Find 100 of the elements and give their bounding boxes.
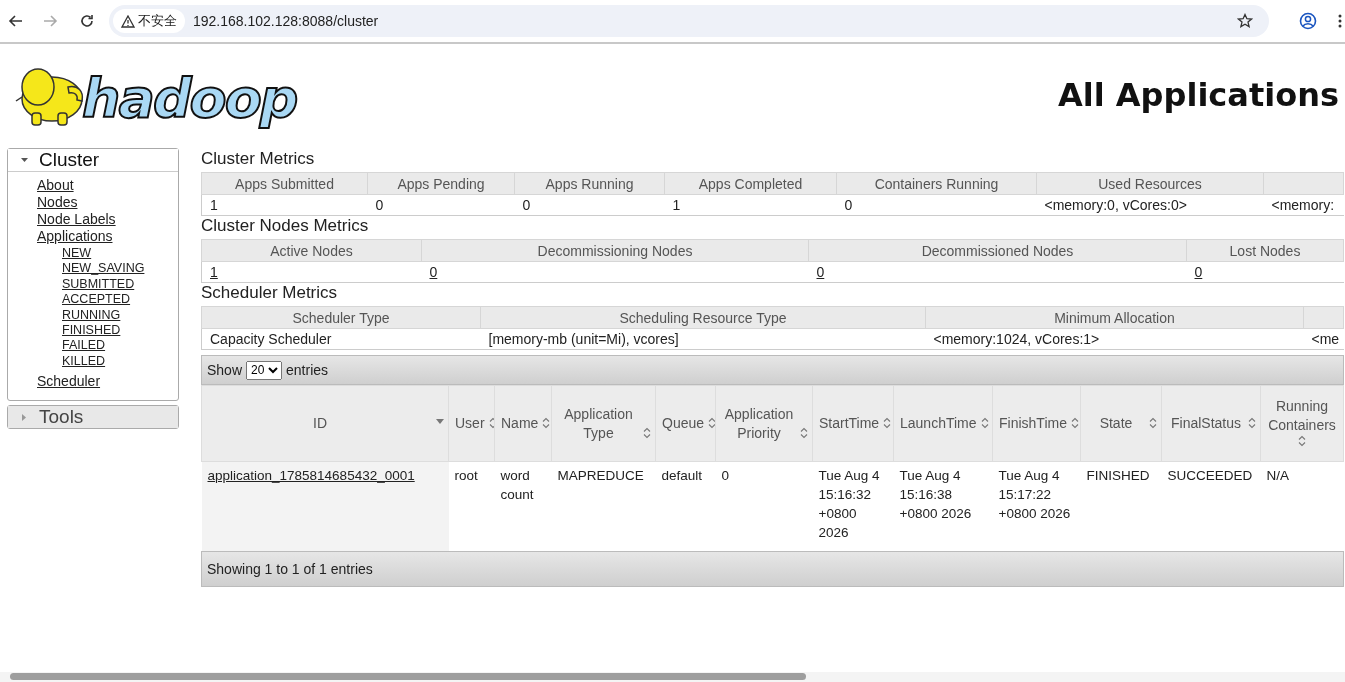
table-cell: root bbox=[448, 461, 495, 551]
sidebar-link[interactable]: FAILED bbox=[62, 338, 106, 354]
sidebar-link[interactable]: NEW_SAVING bbox=[62, 261, 145, 277]
column-label: User bbox=[455, 414, 485, 433]
sidebar-link[interactable]: RUNNING bbox=[62, 307, 121, 324]
sidebar-link[interactable]: Applications bbox=[37, 228, 113, 245]
table-cell: 0 bbox=[836, 194, 1037, 216]
column-header[interactable]: Queue bbox=[655, 385, 716, 462]
column-label: Application Priority bbox=[723, 404, 795, 443]
column-label: Application Type bbox=[563, 404, 634, 443]
sidebar-link[interactable]: FINISHED bbox=[62, 323, 121, 339]
table-cell: 1 bbox=[664, 194, 837, 216]
table-cell: 1 bbox=[201, 194, 368, 216]
column-header[interactable]: StartTime bbox=[812, 385, 894, 462]
column-header: Scheduling Resource Type bbox=[480, 306, 926, 329]
column-header[interactable]: FinalStatus bbox=[1161, 385, 1261, 462]
page-size-select[interactable]: 20 bbox=[246, 360, 283, 380]
reload-icon[interactable] bbox=[79, 13, 95, 29]
warning-icon bbox=[121, 14, 135, 28]
column-label: FinishTime bbox=[999, 414, 1067, 433]
section-title: Tools bbox=[39, 406, 84, 429]
column-header: Decommissioning Nodes bbox=[421, 239, 809, 262]
table-cell: FINISHED bbox=[1080, 461, 1162, 551]
sidebar-link[interactable]: Nodes bbox=[37, 194, 78, 211]
column-label: Running Containers bbox=[1267, 396, 1337, 435]
column-header: Minimum Allocation bbox=[925, 306, 1304, 329]
profile-icon[interactable] bbox=[1299, 12, 1317, 30]
column-header[interactable]: ID bbox=[201, 385, 449, 462]
column-header: Scheduler Type bbox=[201, 306, 481, 329]
column-header[interactable]: FinishTime bbox=[992, 385, 1081, 462]
column-header: Decommissioned Nodes bbox=[808, 239, 1187, 262]
column-header: Used Resources bbox=[1036, 172, 1264, 195]
column-header: Apps Completed bbox=[664, 172, 837, 195]
back-icon[interactable] bbox=[7, 13, 23, 29]
column-header[interactable]: Name bbox=[494, 385, 552, 462]
section-title: Scheduler Metrics bbox=[201, 283, 339, 304]
table-link[interactable]: 0 bbox=[1194, 264, 1203, 280]
application-link[interactable]: application_1785814685432_0001 bbox=[207, 468, 415, 483]
column-header: Apps Running bbox=[514, 172, 665, 195]
horizontal-scrollbar[interactable] bbox=[0, 672, 1345, 682]
sidebar-link[interactable]: ACCEPTED bbox=[62, 292, 131, 308]
table-cell: Tue Aug 4 15:16:38 +0800 2026 bbox=[893, 461, 993, 551]
column-header: Active Nodes bbox=[201, 239, 422, 262]
section-header[interactable]: Tools bbox=[8, 406, 178, 429]
url-text: 192.168.102.128:8088/cluster bbox=[193, 13, 380, 29]
section-title: Cluster bbox=[39, 149, 100, 171]
section-header[interactable]: Cluster bbox=[8, 149, 178, 172]
star-icon[interactable] bbox=[1237, 13, 1253, 29]
table-link[interactable]: 1 bbox=[210, 264, 218, 280]
entries-label: entries bbox=[286, 362, 329, 378]
sidebar-link[interactable]: Node Labels bbox=[37, 211, 116, 228]
sidebar-link[interactable]: SUBMITTED bbox=[62, 276, 135, 293]
sidebar-link[interactable]: About bbox=[37, 177, 74, 194]
table-cell: word count bbox=[494, 461, 552, 551]
column-header[interactable]: Application Type bbox=[551, 385, 656, 462]
security-chip[interactable]: 不安全 bbox=[113, 9, 185, 33]
table-cell: MAPREDUCE bbox=[551, 461, 656, 551]
table-link[interactable]: 0 bbox=[429, 264, 438, 280]
column-label: ID bbox=[312, 414, 328, 433]
column-label: State bbox=[1098, 414, 1134, 433]
table-cell: Tue Aug 4 15:17:22 +0800 2026 bbox=[992, 461, 1081, 551]
column-header: Lost Nodes bbox=[1186, 239, 1344, 262]
table-cell: 0 bbox=[367, 194, 515, 216]
column-header bbox=[1303, 306, 1344, 329]
column-header: Apps Pending bbox=[367, 172, 515, 195]
table-cell: <memory:1024, vCores:1> bbox=[925, 328, 1304, 350]
column-header: Apps Submitted bbox=[201, 172, 368, 195]
menu-icon[interactable] bbox=[1337, 13, 1343, 29]
table-cell: 0 bbox=[715, 461, 813, 551]
page-title: All Applications bbox=[1058, 76, 1339, 114]
column-header[interactable]: LaunchTime bbox=[893, 385, 993, 462]
table-cell: SUCCEEDED bbox=[1161, 461, 1261, 551]
table-cell: Tue Aug 4 15:16:32 +0800 2026 bbox=[812, 461, 894, 551]
column-label: LaunchTime bbox=[900, 414, 977, 433]
table-cell: default bbox=[655, 461, 716, 551]
table-cell: <me bbox=[1303, 328, 1344, 350]
table-cell: [memory-mb (unit=Mi), vcores] bbox=[480, 328, 926, 350]
section-title: Cluster Nodes Metrics bbox=[201, 216, 370, 237]
table-cell: 0 bbox=[514, 194, 665, 216]
column-header: Containers Running bbox=[836, 172, 1037, 195]
column-header[interactable]: Application Priority bbox=[715, 385, 813, 462]
column-header[interactable]: User bbox=[448, 385, 495, 462]
sidebar-link[interactable]: NEW bbox=[62, 246, 92, 262]
column-label: Queue bbox=[662, 414, 705, 433]
table-footer: Showing 1 to 1 of 1 entries bbox=[201, 550, 1344, 587]
sidebar-link[interactable]: KILLED bbox=[62, 353, 106, 370]
show-label: Show bbox=[207, 362, 243, 378]
column-header[interactable]: State bbox=[1080, 385, 1162, 462]
elephant-drawing bbox=[15, 68, 84, 126]
table-cell: N/A bbox=[1260, 461, 1344, 551]
table-link[interactable]: 0 bbox=[816, 264, 825, 280]
column-header[interactable]: Running Containers bbox=[1260, 385, 1344, 462]
column-label: StartTime bbox=[819, 414, 880, 433]
sidebar-link[interactable]: Scheduler bbox=[37, 373, 101, 391]
column-label: FinalStatus bbox=[1169, 414, 1242, 433]
table-cell: <memory: bbox=[1263, 194, 1344, 216]
table-cell: <memory:0, vCores:0> bbox=[1036, 194, 1264, 216]
section-title: Cluster Metrics bbox=[201, 149, 316, 170]
security-label: 不安全 bbox=[138, 12, 177, 30]
address-bar[interactable]: 不安全 192.168.102.128:8088/cluster bbox=[109, 5, 1269, 37]
